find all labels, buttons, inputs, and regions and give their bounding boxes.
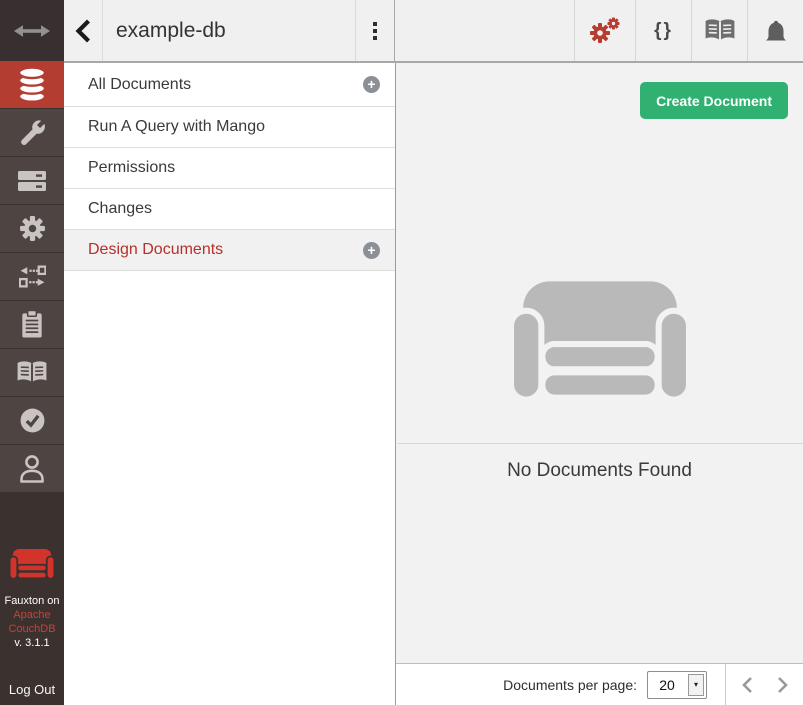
sidebar-item-replication[interactable] <box>0 253 64 301</box>
gears-icon <box>589 17 621 45</box>
book-icon <box>16 360 48 386</box>
per-page-label: Documents per page: <box>503 677 637 693</box>
add-document-icon[interactable]: + <box>363 76 380 93</box>
previous-page-button[interactable] <box>741 676 753 694</box>
nav-item-mango-query[interactable]: Run A Query with Mango <box>64 107 395 148</box>
branding-apache: Apache <box>0 608 64 622</box>
nav-item-label: All Documents <box>88 76 191 94</box>
check-circle-icon <box>19 407 46 434</box>
empty-state-message: No Documents Found <box>396 460 803 482</box>
create-document-button[interactable]: Create Document <box>640 82 788 119</box>
chevron-right-icon <box>777 676 789 694</box>
per-page-value: 20 <box>648 672 686 698</box>
add-design-document-icon[interactable]: + <box>363 242 380 259</box>
sidebar-item-active-tasks[interactable] <box>0 157 64 205</box>
nav-item-label: Permissions <box>88 159 175 177</box>
select-dropdown-arrow-icon: ▾ <box>688 674 704 696</box>
sidebar-item-documentation[interactable] <box>0 349 64 397</box>
sidebar-item-configuration[interactable] <box>0 205 64 253</box>
database-icon <box>17 67 47 103</box>
book-icon <box>704 18 736 44</box>
user-icon <box>19 454 45 484</box>
braces-icon: {} <box>654 20 673 42</box>
branding-version: v. 3.1.1 <box>0 636 64 650</box>
database-options-menu-button[interactable] <box>355 0 395 61</box>
wrench-icon <box>18 119 46 147</box>
chevron-left-icon <box>741 676 753 694</box>
sidebar-item-databases[interactable] <box>0 61 64 109</box>
notifications-button[interactable] <box>747 0 803 61</box>
logout-link[interactable]: Log Out <box>0 682 64 697</box>
header-icon-bar: {} <box>574 0 803 61</box>
per-page-select[interactable]: 20 ▾ <box>647 671 707 699</box>
nav-item-all-documents[interactable]: All Documents + <box>64 63 395 107</box>
documentation-button[interactable] <box>691 0 747 61</box>
sidebar-collapse-toggle[interactable] <box>0 0 64 61</box>
bell-icon <box>763 19 789 43</box>
chevron-left-icon <box>75 19 91 43</box>
pagination-buttons <box>726 664 803 705</box>
clipboard-icon <box>19 310 45 339</box>
empty-state-graphic <box>509 281 691 406</box>
sidebar-branding: Fauxton on Apache CouchDB v. 3.1.1 <box>0 549 64 650</box>
pagination-footer: Documents per page: 20 ▾ <box>396 663 803 705</box>
kebab-menu-icon <box>373 22 377 40</box>
servers-icon <box>18 169 46 193</box>
next-page-button[interactable] <box>777 676 789 694</box>
branding-couchdb: CouchDB <box>0 622 64 636</box>
documents-content-area: Create Document No Documents Found <box>396 63 803 663</box>
nav-item-design-documents[interactable]: Design Documents + <box>64 230 395 271</box>
arrows-horizontal-icon <box>14 24 50 38</box>
sidebar-item-active-jobs[interactable] <box>0 301 64 349</box>
page-title: example-db <box>116 0 226 61</box>
admin-party-button[interactable] <box>574 0 635 61</box>
nav-item-label: Changes <box>88 200 152 218</box>
replication-icon <box>19 265 46 288</box>
nav-item-changes[interactable]: Changes <box>64 189 395 230</box>
couchdb-logo-icon <box>9 549 55 579</box>
nav-item-label: Run A Query with Mango <box>88 118 265 136</box>
per-page-controls: Documents per page: 20 ▾ <box>396 664 725 705</box>
header-bar: example-db <box>64 0 803 63</box>
sidebar-item-account[interactable] <box>0 445 64 493</box>
branding-fauxton-on: Fauxton on <box>0 594 64 608</box>
content-divider <box>398 443 803 444</box>
sidebar-item-setup[interactable] <box>0 109 64 157</box>
empty-couch-icon <box>509 281 691 401</box>
nav-item-label: Design Documents <box>88 241 223 259</box>
nav-item-permissions[interactable]: Permissions <box>64 148 395 189</box>
sidebar-item-verify[interactable] <box>0 397 64 445</box>
fauxton-app: Fauxton on Apache CouchDB v. 3.1.1 Log O… <box>0 0 803 705</box>
back-button[interactable] <box>64 0 103 61</box>
json-api-button[interactable]: {} <box>635 0 691 61</box>
database-nav-panel: All Documents + Run A Query with Mango P… <box>64 63 396 705</box>
gear-icon <box>19 215 46 242</box>
primary-sidebar: Fauxton on Apache CouchDB v. 3.1.1 Log O… <box>0 0 64 705</box>
